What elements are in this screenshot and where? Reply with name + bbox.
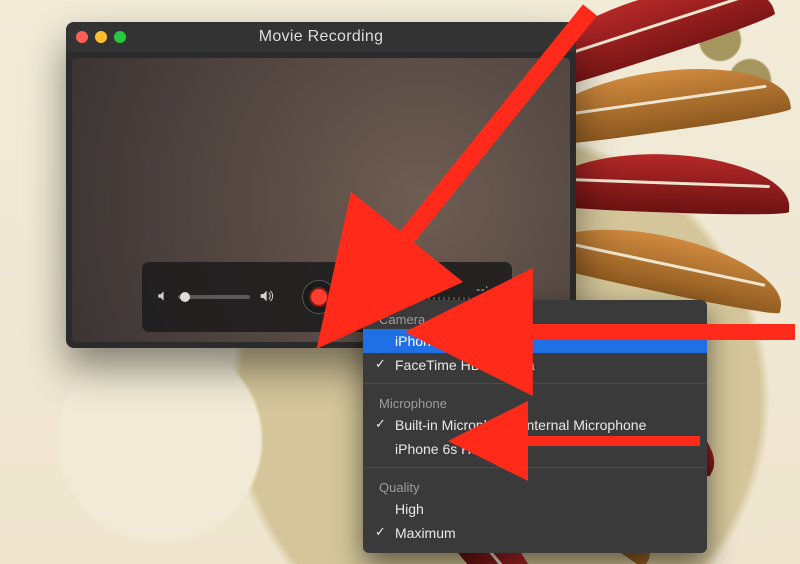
traffic-lights xyxy=(76,31,126,43)
menu-item-quality-high[interactable]: High xyxy=(363,497,707,521)
checkmark-icon: ✓ xyxy=(375,524,386,540)
minimize-window-button[interactable] xyxy=(95,31,107,43)
menu-item-label: iPhone 6s Huge xyxy=(395,333,495,349)
checkmark-icon: ✓ xyxy=(375,356,386,372)
menu-item-mic-builtin[interactable]: ✓ Built-in Microphone: Internal Micropho… xyxy=(363,413,707,437)
recording-timer: --:-- xyxy=(388,283,498,296)
menu-item-mic-iphone[interactable]: iPhone 6s Huge xyxy=(363,437,707,461)
speaker-low-icon xyxy=(156,289,170,306)
menu-header-microphone: Microphone xyxy=(363,390,707,413)
menu-item-label: Built-in Microphone: Internal Microphone xyxy=(395,417,646,433)
close-window-button[interactable] xyxy=(76,31,88,43)
checkmark-icon: ✓ xyxy=(375,416,386,432)
recording-options-menu: Camera iPhone 6s Huge ✓ FaceTime HD Came… xyxy=(363,300,707,553)
menu-divider xyxy=(363,383,707,384)
volume-slider[interactable] xyxy=(178,295,250,299)
menu-item-camera-facetime[interactable]: ✓ FaceTime HD Camera xyxy=(363,353,707,377)
menu-item-camera-iphone[interactable]: iPhone 6s Huge xyxy=(363,329,707,353)
window-titlebar[interactable]: Movie Recording xyxy=(66,22,576,52)
zoom-window-button[interactable] xyxy=(114,31,126,43)
menu-header-quality: Quality xyxy=(363,474,707,497)
menu-item-label: High xyxy=(395,501,424,517)
chevron-down-icon xyxy=(352,291,362,304)
menu-divider xyxy=(363,467,707,468)
record-button[interactable] xyxy=(302,280,336,314)
menu-item-label: iPhone 6s Huge xyxy=(395,441,495,457)
menu-item-label: Maximum xyxy=(395,525,456,541)
window-title: Movie Recording xyxy=(66,28,576,46)
menu-header-camera: Camera xyxy=(363,306,707,329)
menu-item-quality-maximum[interactable]: ✓ Maximum xyxy=(363,521,707,545)
record-icon xyxy=(309,287,329,307)
volume-control xyxy=(156,288,274,307)
menu-item-label: FaceTime HD Camera xyxy=(395,357,535,373)
speaker-high-icon xyxy=(258,288,274,307)
